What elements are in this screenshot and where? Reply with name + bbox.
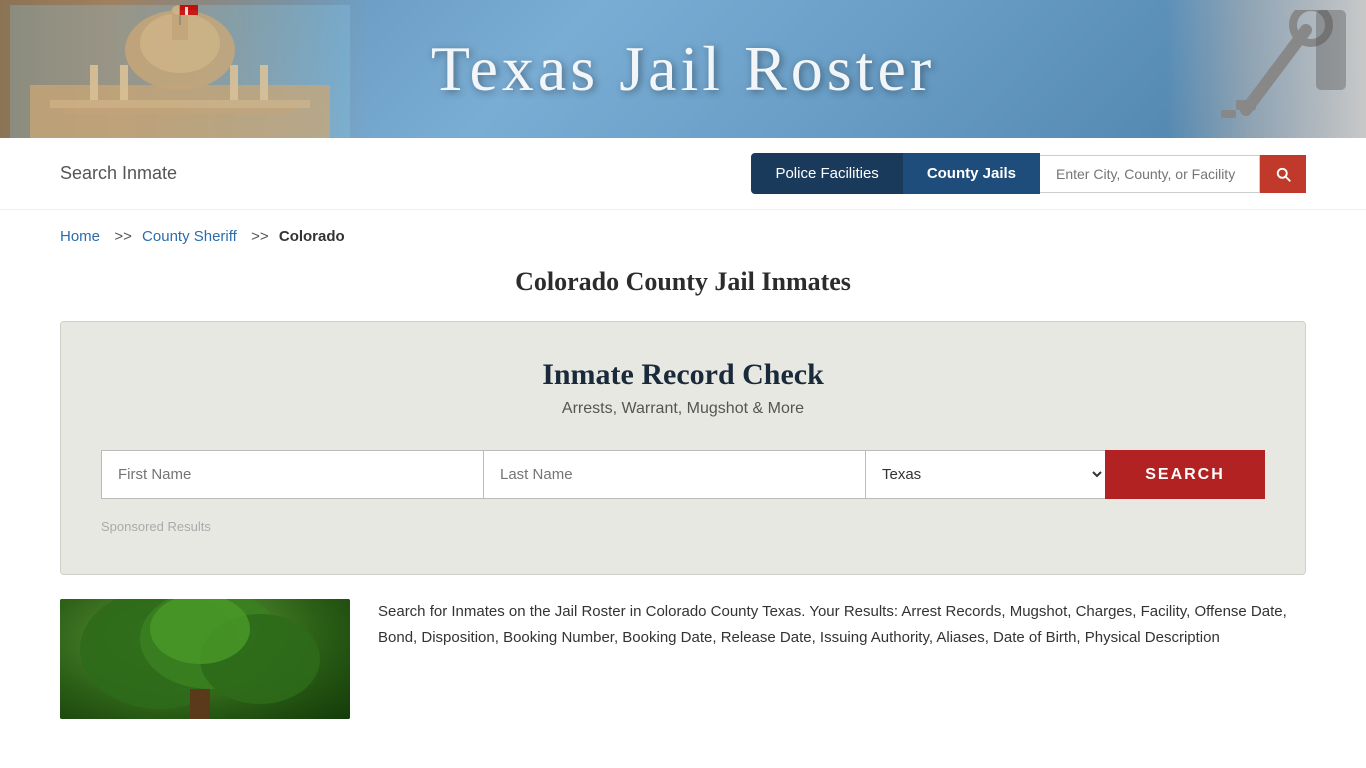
bottom-description: Search for Inmates on the Jail Roster in… xyxy=(350,599,1306,719)
breadcrumb-current: Colorado xyxy=(279,228,345,245)
state-select[interactable]: AlabamaAlaskaArizonaArkansasCaliforniaCo… xyxy=(865,450,1105,499)
breadcrumb-county-sheriff[interactable]: County Sheriff xyxy=(142,228,237,245)
search-icon xyxy=(1274,165,1292,183)
facility-search-button[interactable] xyxy=(1260,155,1306,193)
first-name-input[interactable] xyxy=(101,450,483,499)
tree-icon xyxy=(60,599,350,719)
search-inmate-label: Search Inmate xyxy=(60,163,177,184)
search-form: AlabamaAlaskaArizonaArkansasCaliforniaCo… xyxy=(101,450,1265,499)
page-title: Colorado County Jail Inmates xyxy=(0,267,1366,297)
breadcrumb-home[interactable]: Home xyxy=(60,228,100,245)
header-banner: Texas Jail Roster xyxy=(0,0,1366,138)
banner-title: Texas Jail Roster xyxy=(431,32,935,106)
last-name-input[interactable] xyxy=(483,450,865,499)
record-check-subtitle: Arrests, Warrant, Mugshot & More xyxy=(101,400,1265,418)
keys-icon xyxy=(1186,10,1346,130)
breadcrumb-sep-1: >> xyxy=(110,228,132,245)
bottom-section: Search for Inmates on the Jail Roster in… xyxy=(60,599,1306,739)
nav-bar: Search Inmate Police Facilities County J… xyxy=(0,138,1366,210)
capitol-icon xyxy=(10,5,350,138)
bottom-image xyxy=(60,599,350,719)
police-facilities-button[interactable]: Police Facilities xyxy=(751,153,902,194)
breadcrumb: Home >> County Sheriff >> Colorado xyxy=(0,210,1366,255)
record-check-box: Inmate Record Check Arrests, Warrant, Mu… xyxy=(60,321,1306,575)
breadcrumb-sep-2: >> xyxy=(247,228,269,245)
sponsored-label: Sponsored Results xyxy=(101,519,1265,534)
inmate-search-button[interactable]: SEARCH xyxy=(1105,450,1265,499)
facility-search-input[interactable] xyxy=(1040,155,1260,193)
nav-right: Police Facilities County Jails xyxy=(751,153,1306,194)
county-jails-button[interactable]: County Jails xyxy=(903,153,1040,194)
record-check-title: Inmate Record Check xyxy=(101,358,1265,392)
